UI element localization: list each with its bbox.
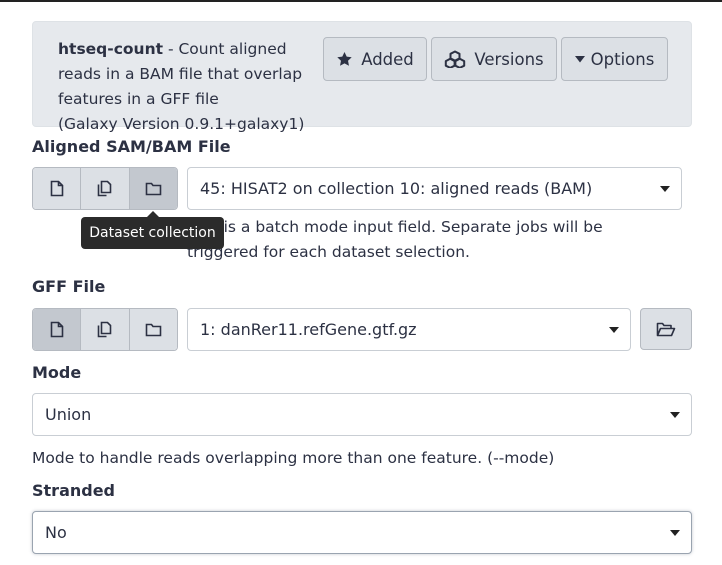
- options-button-label: Options: [590, 49, 655, 69]
- versions-button-label: Versions: [474, 49, 544, 69]
- file-icon: [50, 180, 63, 197]
- chevron-down-icon: [609, 326, 619, 333]
- mode-select[interactable]: Union: [32, 393, 692, 436]
- mode-label: Mode: [32, 363, 82, 382]
- gff-file-value: 1: danRer11.refGene.gtf.gz: [200, 320, 417, 339]
- copy-icon: [98, 180, 112, 197]
- chevron-down-icon: [670, 529, 680, 536]
- aligned-file-value: 45: HISAT2 on collection 10: aligned rea…: [200, 179, 593, 198]
- file-icon: [50, 321, 63, 338]
- folder-icon: [145, 323, 162, 336]
- batch-mode-help-line2: triggered for each dataset selection.: [187, 243, 470, 261]
- stranded-label: Stranded: [32, 481, 116, 500]
- stranded-select[interactable]: No: [32, 511, 692, 554]
- mode-help: Mode to handle reads overlapping more th…: [32, 449, 555, 467]
- mode-value: Union: [45, 405, 92, 424]
- chevron-down-icon: [670, 411, 680, 418]
- gff-file-label: GFF File: [32, 277, 106, 296]
- tool-header: htseq-count - Count aligned reads in a B…: [32, 21, 692, 133]
- tool-description: htseq-count - Count aligned reads in a B…: [58, 37, 313, 137]
- dataset-collection-button[interactable]: [129, 309, 177, 350]
- gff-source-selector: [32, 308, 178, 351]
- added-button-label: Added: [361, 49, 414, 69]
- tool-version: (Galaxy Version 0.9.1+galaxy1): [58, 115, 305, 133]
- batch-mode-help-line1: This is a batch mode input field. Separa…: [187, 218, 603, 236]
- added-button[interactable]: Added: [323, 37, 427, 81]
- single-dataset-button[interactable]: [33, 309, 82, 350]
- copy-icon: [98, 321, 112, 338]
- versions-button[interactable]: Versions: [431, 37, 557, 81]
- multiple-datasets-button[interactable]: [81, 309, 130, 350]
- single-dataset-button[interactable]: [33, 168, 82, 209]
- star-icon: [337, 52, 352, 66]
- tool-name: htseq-count: [58, 40, 164, 58]
- chevron-down-icon: [660, 185, 670, 192]
- batch-mode-help: This is a batch mode input field. Separa…: [187, 215, 603, 265]
- aligned-file-label: Aligned SAM/BAM File: [32, 137, 231, 156]
- dataset-collection-tooltip: Dataset collection: [81, 211, 224, 249]
- gff-file-select[interactable]: 1: danRer11.refGene.gtf.gz: [187, 308, 631, 351]
- options-button[interactable]: Options: [561, 37, 668, 81]
- multiple-datasets-button[interactable]: [81, 168, 130, 209]
- aligned-file-select[interactable]: 45: HISAT2 on collection 10: aligned rea…: [187, 167, 682, 210]
- top-border: [0, 0, 722, 2]
- dataset-collection-button[interactable]: [129, 168, 177, 209]
- folder-open-icon: [656, 322, 676, 336]
- caret-down-icon: [574, 55, 585, 62]
- aligned-source-selector: [32, 167, 178, 210]
- cubes-icon: [445, 50, 466, 68]
- folder-icon: [145, 182, 162, 195]
- stranded-value: No: [45, 523, 67, 542]
- browse-datasets-button[interactable]: [640, 308, 692, 350]
